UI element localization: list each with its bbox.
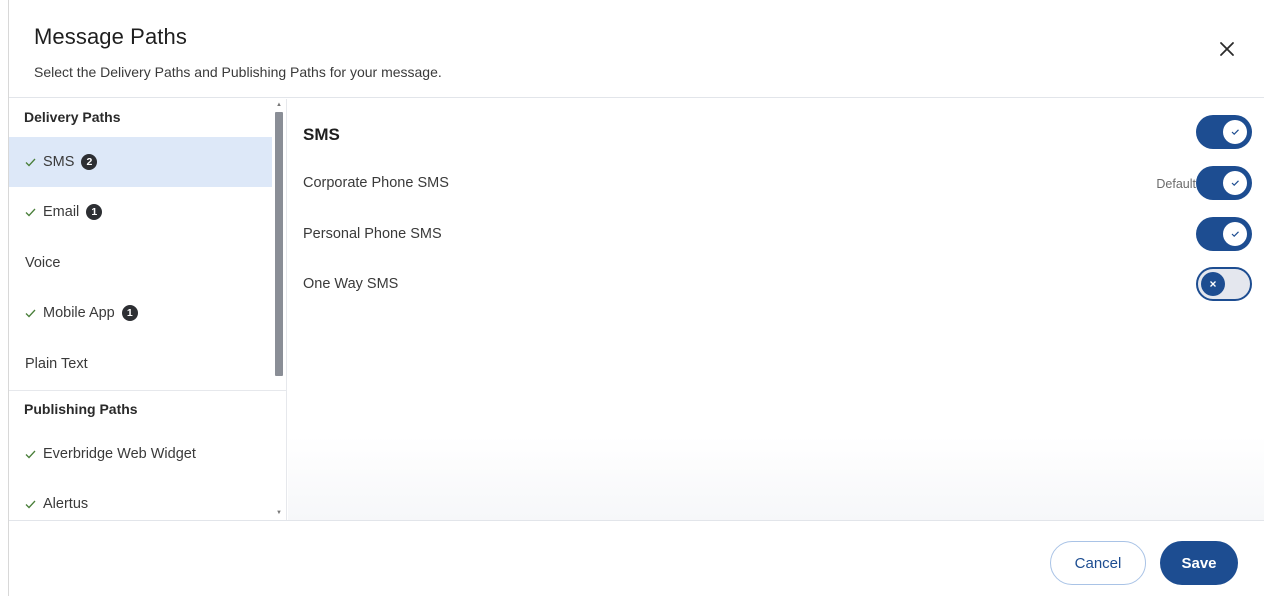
toggle-personal-phone-sms[interactable] — [1196, 217, 1252, 251]
sidebar-item-sms[interactable]: SMS 2 — [9, 137, 272, 187]
row-label-personal-phone-sms: Personal Phone SMS — [303, 226, 442, 242]
check-icon — [25, 205, 39, 220]
sidebar-item-plain-text[interactable]: Plain Text — [9, 339, 272, 389]
path-settings-panel: SMS Corporate Phone SMS Default Personal… — [288, 99, 1264, 520]
sidebar-item-label: Email — [43, 204, 80, 220]
default-tag: Default — [1156, 177, 1196, 191]
sidebar-item-label: Alertus — [43, 496, 89, 512]
sidebar-item-email[interactable]: Email 1 — [9, 187, 272, 237]
paths-sidebar: Delivery Paths SMS 2 Email 1 Voice Mobil… — [9, 99, 287, 520]
close-button[interactable] — [1216, 38, 1238, 60]
section-divider — [9, 390, 286, 391]
scroll-up-arrow-icon[interactable]: ▲ — [275, 102, 283, 108]
toggle-knob — [1223, 171, 1247, 195]
row-label-one-way-sms: One Way SMS — [303, 276, 399, 292]
sidebar-item-label: Mobile App — [43, 305, 115, 321]
close-icon — [1220, 42, 1234, 56]
check-icon — [25, 447, 39, 462]
check-icon — [25, 497, 39, 512]
sidebar-item-label: SMS — [43, 154, 75, 170]
sidebar-item-everbridge-web-widget[interactable]: Everbridge Web Widget — [9, 429, 272, 479]
delivery-paths-heading: Delivery Paths — [24, 109, 121, 125]
sidebar-item-voice[interactable]: Voice — [9, 238, 272, 288]
sidebar-item-label: Everbridge Web Widget — [43, 446, 196, 462]
x-icon — [1210, 281, 1216, 287]
dialog-footer: Cancel Save — [9, 520, 1264, 596]
count-badge: 2 — [81, 154, 98, 170]
dialog-header: Message Paths Select the Delivery Paths … — [9, 0, 1264, 98]
toggle-one-way-sms[interactable] — [1196, 267, 1252, 301]
check-icon — [1231, 231, 1239, 238]
count-badge: 1 — [86, 204, 103, 220]
message-paths-dialog: Message Paths Select the Delivery Paths … — [8, 0, 1264, 596]
check-icon — [25, 155, 39, 170]
sidebar-item-mobile-app[interactable]: Mobile App 1 — [9, 288, 272, 338]
check-icon — [1231, 180, 1239, 187]
check-icon — [1231, 129, 1239, 136]
toggle-corporate-phone-sms[interactable] — [1196, 166, 1252, 200]
toggle-knob — [1223, 222, 1247, 246]
save-button[interactable]: Save — [1160, 541, 1238, 585]
cancel-button[interactable]: Cancel — [1050, 541, 1146, 585]
check-icon — [25, 306, 39, 321]
publishing-paths-heading: Publishing Paths — [24, 401, 138, 417]
scroll-down-arrow-icon[interactable]: ▼ — [275, 510, 283, 516]
sidebar-scrollbar[interactable] — [275, 112, 283, 376]
sms-master-toggle[interactable] — [1196, 115, 1252, 149]
toggle-knob — [1223, 120, 1247, 144]
dialog-title: Message Paths — [34, 24, 187, 49]
dialog-subtitle: Select the Delivery Paths and Publishing… — [34, 64, 442, 80]
sidebar-item-alertus[interactable]: Alertus — [9, 479, 272, 520]
sidebar-item-label: Voice — [25, 255, 61, 271]
row-label-corporate-phone-sms: Corporate Phone SMS — [303, 175, 449, 191]
count-badge: 1 — [121, 305, 138, 321]
panel-title: SMS — [303, 125, 340, 144]
sidebar-item-label: Plain Text — [25, 356, 88, 372]
toggle-knob — [1201, 272, 1225, 296]
